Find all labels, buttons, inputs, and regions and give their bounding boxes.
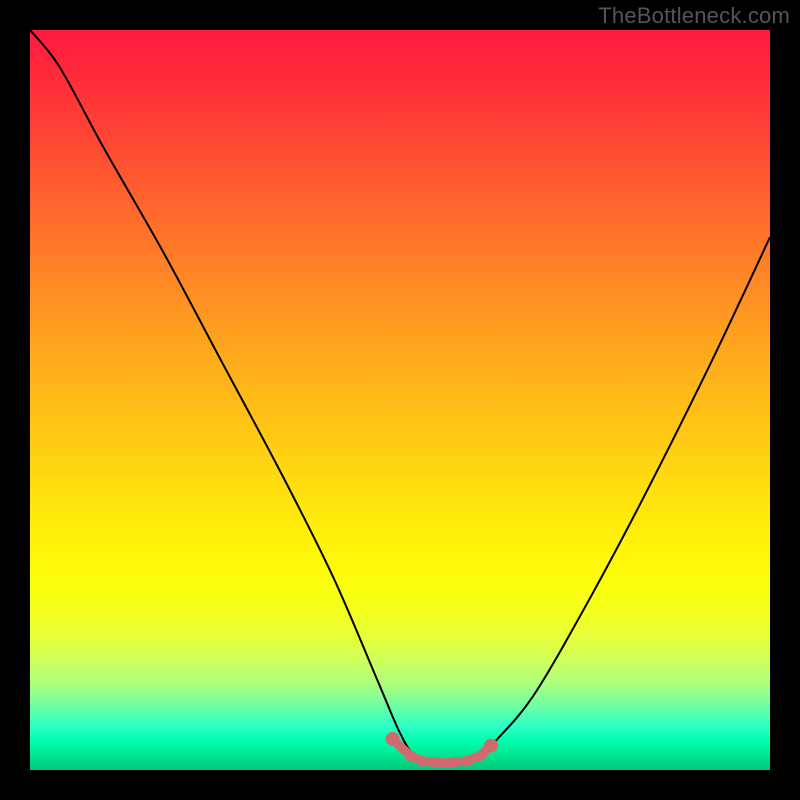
optimal-zone-node — [476, 750, 487, 761]
plot-area — [30, 30, 770, 770]
optimal-zone-node — [406, 751, 417, 762]
optimal-zone-node — [417, 756, 428, 767]
chart-stage: TheBottleneck.com — [0, 0, 800, 800]
curve-layer — [30, 30, 770, 770]
optimal-zone-node — [446, 757, 457, 768]
optimal-zone-node — [432, 757, 443, 768]
watermark-text: TheBottleneck.com — [598, 3, 790, 29]
optimal-zone-node — [386, 732, 400, 746]
bottleneck-curve — [30, 30, 770, 764]
optimal-zone-node — [461, 756, 472, 767]
optimal-zone-node — [484, 739, 498, 753]
